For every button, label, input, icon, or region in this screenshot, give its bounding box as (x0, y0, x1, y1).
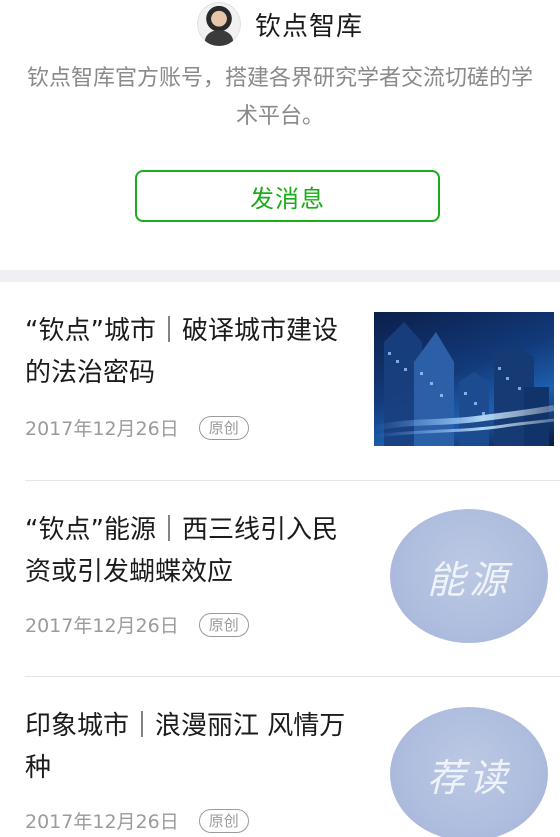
section-divider (0, 270, 560, 282)
article-date: 2017年12月26日 (25, 615, 179, 637)
original-badge: 原创 (198, 415, 249, 440)
article-title: “钦点”城市｜破译城市建设的法治密码 (25, 316, 338, 388)
article-item[interactable]: “钦点”能源｜西三线引入民资或引发蝴蝶效应 2017年12月26日 原创 能源 (0, 481, 560, 679)
account-description: 钦点智库官方账号，搭建各界研究学者交流切磋的学术平台。 (26, 66, 533, 129)
article-date: 2017年12月26日 (25, 811, 179, 833)
account-identity: 钦点智库 (0, 0, 560, 48)
original-badge: 原创 (198, 612, 249, 637)
thumbnail-caption: 能源 (426, 557, 511, 602)
article-thumbnail (374, 312, 554, 446)
city-skyline-image (374, 322, 554, 446)
article-thumbnail: 能源 (390, 509, 548, 643)
article-date: 2017年12月26日 (25, 418, 179, 440)
account-profile-header: 钦点智库 钦点智库官方账号，搭建各界研究学者交流切磋的学术平台。 发消息 (0, 0, 560, 270)
article-thumbnail: 荐读 (390, 707, 548, 837)
article-item[interactable]: 印象城市｜浪漫丽江 风情万种 2017年12月26日 原创 荐读 (0, 677, 560, 837)
article-title: 印象城市｜浪漫丽江 风情万种 (25, 711, 346, 783)
account-avatar[interactable] (196, 2, 241, 46)
account-name: 钦点智库 (254, 11, 363, 42)
article-meta: 2017年12月26日 原创 (25, 807, 249, 834)
original-badge: 原创 (198, 808, 249, 833)
article-item[interactable]: “钦点”城市｜破译城市建设的法治密码 2017年12月26日 原创 (0, 282, 560, 480)
article-meta: 2017年12月26日 原创 (25, 414, 249, 441)
article-meta: 2017年12月26日 原创 (25, 611, 249, 638)
thumbnail-caption: 荐读 (426, 755, 511, 800)
send-message-button[interactable]: 发消息 (135, 170, 440, 222)
article-title: “钦点”能源｜西三线引入民资或引发蝴蝶效应 (25, 515, 338, 587)
official-account-page: 钦点智库 钦点智库官方账号，搭建各界研究学者交流切磋的学术平台。 发消息 “钦点… (0, 0, 560, 837)
